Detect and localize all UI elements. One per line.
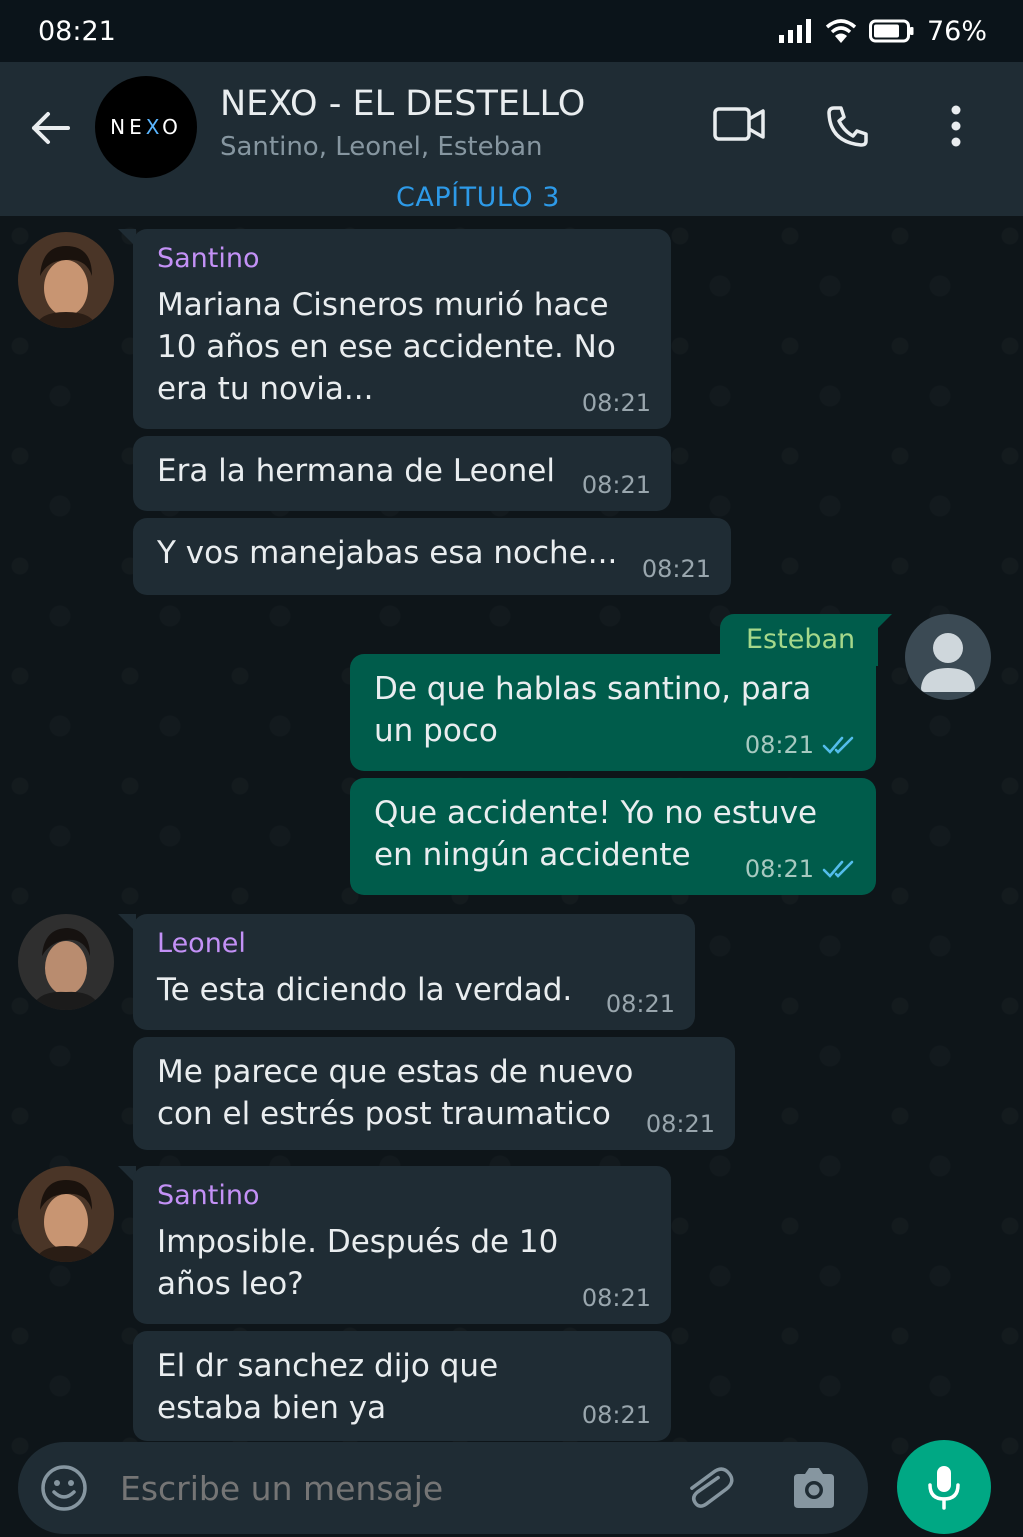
message-meta: 08:21 [745, 855, 856, 883]
message-text: El dr sanchez dijo que estaba bien ya [157, 1348, 499, 1426]
avatar-esteban[interactable] [905, 614, 991, 700]
chapter-label: CAPÍTULO 3 [396, 182, 560, 213]
sender-name: Leonel [157, 928, 246, 959]
message-text: Imposible. Después de 10 años leo? [157, 1224, 559, 1302]
more-options-icon[interactable] [946, 104, 966, 148]
message-time: 08:21 [581, 1284, 651, 1312]
avatar-santino[interactable] [18, 1166, 114, 1262]
message-bubble-outgoing[interactable]: De que hablas santino, para un poco 08:2… [350, 654, 876, 771]
message-bubble-outgoing[interactable]: Que accidente! Yo no estuve en ningún ac… [350, 778, 876, 895]
message-time: 08:21 [744, 855, 814, 883]
message-time: 08:21 [605, 990, 675, 1018]
group-avatar[interactable]: NEXO [95, 76, 197, 178]
status-bar: 08:21 76% [0, 0, 1023, 62]
emoji-icon[interactable] [40, 1464, 88, 1512]
attach-icon[interactable] [682, 1464, 734, 1514]
message-bubble[interactable]: Y vos manejabas esa noche... 08:21 [133, 518, 731, 595]
battery-percent: 76% [926, 15, 987, 47]
message-time: 08:21 [641, 555, 711, 583]
avatar-image [18, 914, 114, 1010]
message-text: Te esta diciendo la verdad. [157, 972, 573, 1008]
message-bubble[interactable]: Santino Imposible. Después de 10 años le… [133, 1166, 671, 1324]
message-input[interactable] [118, 1468, 662, 1509]
message-text: Mariana Cisneros murió hace 10 años en e… [157, 287, 616, 407]
message-bubble[interactable]: Leonel Te esta diciendo la verdad. 08:21 [133, 914, 695, 1030]
default-avatar-icon [905, 614, 991, 700]
avatar-image [18, 232, 114, 328]
message-bubble[interactable]: Me parece que estas de nuevo con el estr… [133, 1037, 735, 1150]
wifi-icon [825, 19, 857, 43]
read-ticks-icon [822, 860, 854, 878]
message-time: 08:21 [581, 1401, 651, 1429]
battery-icon [868, 19, 914, 43]
message-time: 08:21 [581, 389, 651, 417]
back-arrow-icon[interactable] [28, 106, 72, 150]
sender-name: Santino [157, 243, 260, 274]
status-time: 08:21 [38, 15, 116, 47]
camera-icon[interactable] [790, 1466, 838, 1510]
message-bubble[interactable]: Era la hermana de Leonel 08:21 [133, 436, 671, 511]
mic-button[interactable] [897, 1440, 991, 1534]
message-time: 08:21 [645, 1110, 715, 1138]
microphone-icon [928, 1466, 960, 1510]
avatar-santino[interactable] [18, 232, 114, 328]
video-call-icon[interactable] [712, 104, 766, 144]
status-icons: 76% [778, 15, 987, 47]
group-logo-text: NEXO [110, 115, 182, 139]
group-members: Santino, Leonel, Esteban [220, 132, 543, 162]
voice-call-icon[interactable] [824, 104, 870, 148]
sender-name: Esteban [746, 624, 856, 655]
group-title[interactable]: NEXO - EL DESTELLO [220, 84, 585, 124]
message-bubble[interactable]: Santino Mariana Cisneros murió hace 10 a… [133, 229, 671, 429]
signal-icon [778, 19, 811, 43]
message-time: 08:21 [581, 471, 651, 499]
avatar-image [18, 1166, 114, 1262]
avatar-leonel[interactable] [18, 914, 114, 1010]
message-text: Era la hermana de Leonel [157, 453, 555, 489]
message-time: 08:21 [744, 731, 814, 759]
read-ticks-icon [822, 736, 854, 754]
message-text: Me parece que estas de nuevo con el estr… [157, 1054, 634, 1132]
sender-name: Santino [157, 1180, 260, 1211]
chat-header: NEXO NEXO - EL DESTELLO Santino, Leonel,… [0, 62, 1023, 216]
message-bubble[interactable]: El dr sanchez dijo que estaba bien ya 08… [133, 1331, 671, 1441]
message-meta: 08:21 [745, 731, 856, 759]
message-text: Y vos manejabas esa noche... [157, 535, 618, 571]
message-composer [18, 1442, 868, 1534]
